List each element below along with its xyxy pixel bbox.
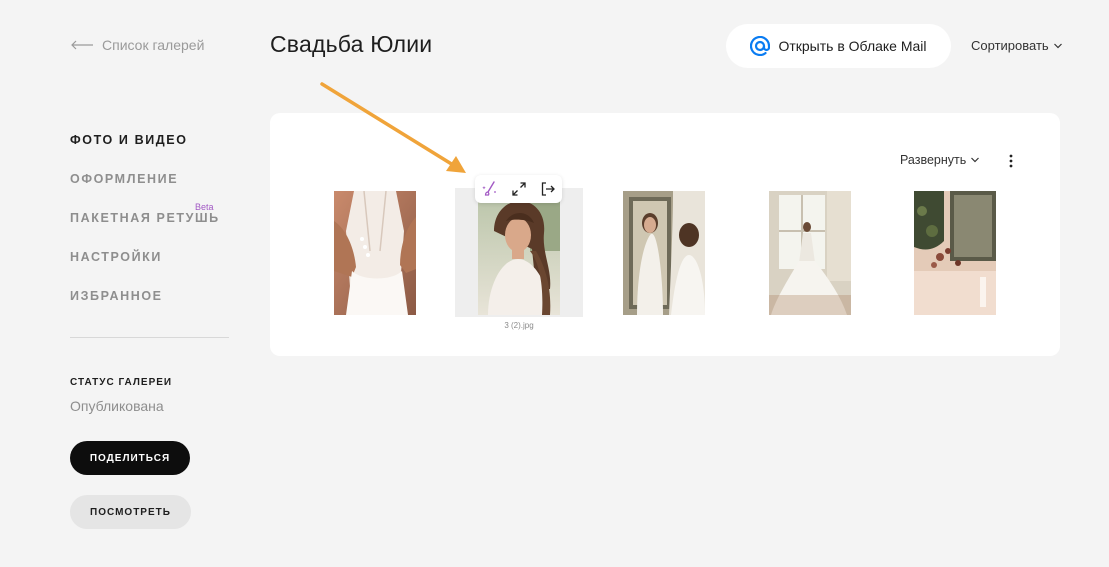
expand-arrows-icon (512, 182, 527, 196)
bride-mirror-photo (623, 191, 705, 315)
gallery-panel: Развернуть 3 (2).jpg (270, 113, 1060, 356)
sidebar-item-label: ОФОРМЛЕНИЕ (70, 172, 179, 186)
move-out-icon (541, 182, 555, 196)
sidebar-item-settings[interactable]: НАСТРОЙКИ (70, 250, 220, 289)
sort-dropdown[interactable]: Сортировать (971, 38, 1063, 53)
back-link-label: Список галерей (102, 37, 205, 53)
retouch-button[interactable] (481, 180, 499, 198)
magic-brush-icon (482, 181, 497, 196)
hovered-photo-filename: 3 (2).jpg (504, 321, 534, 330)
view-button[interactable]: ПОСМОТРЕТЬ (70, 495, 191, 529)
bride-portrait-photo (478, 191, 560, 315)
sidebar-item-label: НАСТРОЙКИ (70, 250, 162, 264)
sort-label: Сортировать (971, 38, 1049, 53)
beta-badge: Beta (195, 202, 214, 212)
page-title: Свадьба Юлии (270, 31, 433, 57)
open-in-cloud-mail-button[interactable]: Открыть в Облаке Mail (726, 24, 951, 68)
mail-at-icon (750, 36, 771, 56)
expand-label: Развернуть (900, 153, 967, 167)
sidebar-divider (70, 337, 229, 338)
sidebar-nav: ФОТО И ВИДЕО ОФОРМЛЕНИЕ ПАКЕТНАЯ РЕТУШЬ … (70, 133, 220, 328)
gallery-photo-thumbnail[interactable] (334, 191, 416, 315)
gallery-status-value: Опубликована (70, 398, 164, 414)
sidebar-item-batch-retouch[interactable]: ПАКЕТНАЯ РЕТУШЬ Beta (70, 202, 220, 250)
bride-window-photo (769, 191, 851, 315)
gallery-photo-thumbnail[interactable] (769, 191, 851, 315)
sidebar-item-label: ИЗБРАННОЕ (70, 289, 163, 303)
sidebar-item-label: ФОТО И ВИДЕО (70, 133, 188, 147)
sidebar-item-favorites[interactable]: ИЗБРАННОЕ (70, 289, 220, 328)
chevron-down-icon (971, 157, 980, 163)
gallery-status-label: СТАТУС ГАЛЕРЕИ (70, 377, 173, 388)
open-in-cloud-mail-label: Открыть в Облаке Mail (778, 38, 927, 54)
arrow-left-icon (71, 40, 93, 50)
gallery-photo-thumbnail[interactable] (914, 191, 996, 315)
bride-dress-lacing-photo (334, 191, 416, 315)
gallery-photo-thumbnail-hovered[interactable] (478, 191, 560, 315)
fullscreen-button[interactable] (511, 181, 527, 197)
back-to-galleries-link[interactable]: Список галерей (70, 37, 204, 53)
share-button[interactable]: ПОДЕЛИТЬСЯ (70, 441, 190, 475)
gallery-photo-thumbnail[interactable] (623, 191, 705, 315)
chevron-down-icon (1053, 43, 1062, 48)
flowers-decor-photo (914, 191, 996, 315)
sidebar-item-photos-videos[interactable]: ФОТО И ВИДЕО (70, 133, 220, 172)
expand-dropdown[interactable]: Развернуть (900, 153, 980, 167)
photo-hover-toolbar (475, 175, 562, 203)
move-photo-button[interactable] (540, 181, 556, 197)
more-options-icon[interactable] (1006, 153, 1016, 169)
